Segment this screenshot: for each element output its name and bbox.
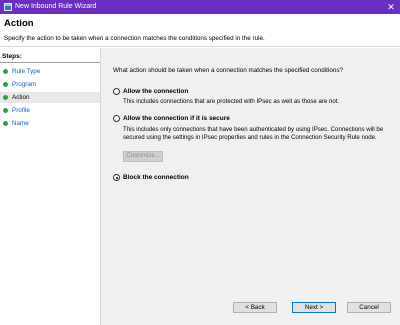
allow-connection-label[interactable]: Allow the connection <box>123 88 188 95</box>
block-connection-radio[interactable] <box>113 174 120 181</box>
step-label: Program <box>12 80 37 88</box>
block-connection-label[interactable]: Block the connection <box>123 174 189 181</box>
page-subtitle: Specify the action to be taken when a co… <box>4 35 265 42</box>
step-action[interactable]: Action <box>0 92 100 103</box>
allow-connection-radio[interactable] <box>113 88 120 95</box>
steps-panel: Steps: Rule Type Program Action Profile … <box>0 48 100 325</box>
steps-heading: Steps: <box>2 53 22 60</box>
step-status-icon <box>3 121 8 126</box>
step-status-icon <box>3 95 8 100</box>
step-status-icon <box>3 82 8 87</box>
allow-secure-description: This includes only connections that have… <box>123 126 384 141</box>
step-label: Profile <box>12 106 30 114</box>
steps-divider <box>0 62 100 63</box>
allow-secure-label[interactable]: Allow the connection if it is secure <box>123 115 230 122</box>
wizard-header: Action Specify the action to be taken wh… <box>0 14 400 47</box>
step-profile[interactable]: Profile <box>0 105 100 116</box>
page-title: Action <box>4 18 34 29</box>
step-label: Action <box>12 93 30 101</box>
back-button[interactable]: < Back <box>233 302 277 313</box>
step-status-icon <box>3 69 8 74</box>
action-content: What action should be taken when a conne… <box>101 48 400 325</box>
next-button[interactable]: Next > <box>292 302 336 313</box>
title-bar: New Inbound Rule Wizard ✕ <box>0 0 400 14</box>
step-label: Name <box>12 119 29 127</box>
allow-secure-radio[interactable] <box>113 115 120 122</box>
customize-button[interactable]: Customize... <box>123 151 163 162</box>
close-icon[interactable]: ✕ <box>382 0 400 14</box>
window-title: New Inbound Rule Wizard <box>15 3 97 10</box>
step-rule-type[interactable]: Rule Type <box>0 66 100 77</box>
step-status-icon <box>3 108 8 113</box>
cancel-button[interactable]: Cancel <box>347 302 391 313</box>
wizard-app-icon <box>4 3 12 11</box>
action-question: What action should be taken when a conne… <box>113 67 343 74</box>
step-name[interactable]: Name <box>0 118 100 129</box>
allow-connection-description: This includes connections that are prote… <box>123 98 340 105</box>
step-program[interactable]: Program <box>0 79 100 90</box>
step-label: Rule Type <box>12 67 41 75</box>
